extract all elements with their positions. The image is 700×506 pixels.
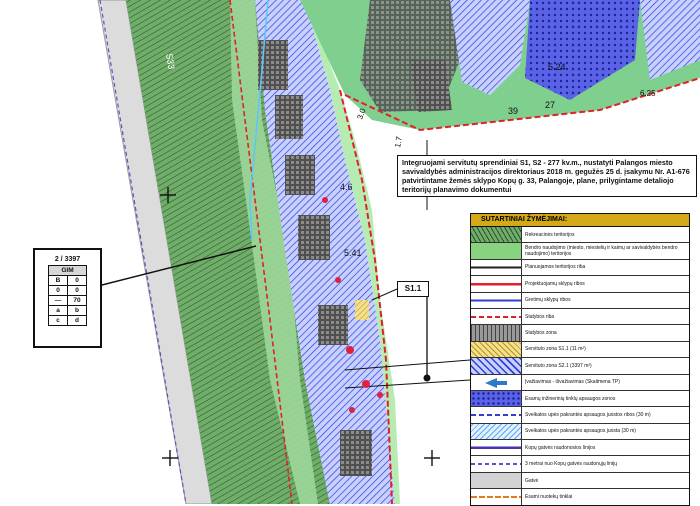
legend-item: Įvažiavimas - išvažiavimas (Skaitmena TP… — [471, 375, 689, 391]
dimension-label-b: 5.41 — [344, 248, 362, 258]
legend-label: Įvažiavimas - išvažiavimas (Skaitmena TP… — [522, 379, 620, 385]
parcel-label-27: 27 — [545, 100, 555, 110]
parcel-label-625: 6.25 — [640, 89, 656, 98]
legend-swatch — [471, 309, 522, 324]
legend-item: Statybos riba — [471, 309, 689, 325]
legend-label: Planuojamos teritorijos riba — [522, 264, 585, 270]
legend-swatch — [471, 227, 522, 242]
legend-label: Servituto zona S1.1 (11 m²) — [522, 346, 586, 352]
legend-item: Statybos zona — [471, 325, 689, 341]
legend-item: Gatvė — [471, 473, 689, 489]
legend-label: Sveikatos upės pakrantės apsaugos juosto… — [522, 412, 651, 418]
legend-item: Sveikatos upės pakrantės apsaugos juosto… — [471, 407, 689, 423]
legend-label: Servituto zona S2.1 (3397 m²) — [522, 363, 592, 369]
plot-cell: d — [68, 316, 87, 326]
legend-item: 3 metrai nuo Kopų gatvės raudonųjų linij… — [471, 456, 689, 472]
legend-label: Esamų inžinerinių tinklų apsaugos zonos — [522, 396, 615, 402]
legend-swatch — [471, 358, 522, 373]
plot-id: 2 / 3397 — [35, 256, 100, 263]
legend-label: Statybos zona — [522, 330, 557, 336]
legend-label: Gretimų sklypų ribos — [522, 297, 571, 303]
legend-swatch — [471, 456, 522, 471]
legend-swatch — [471, 489, 522, 504]
dimension-label-a: 4.6 — [340, 182, 353, 192]
legend-swatch — [471, 375, 522, 390]
legend-item: Gretimų sklypų ribos — [471, 293, 689, 309]
legend-swatch — [471, 424, 522, 439]
plot-zone: GIM — [49, 266, 87, 276]
legend-label: Rekreacinės teritorijos — [522, 232, 574, 238]
plot-cell: b — [68, 306, 87, 316]
legend-item: Bendro naudojimo (miesto, miestelių ir k… — [471, 243, 689, 259]
plot-cell: — — [49, 296, 68, 306]
legend-swatch — [471, 293, 522, 308]
legend-swatch — [471, 260, 522, 275]
plot-cell: 0 — [68, 276, 87, 286]
legend-label: Esami nuotekų tinklai — [522, 494, 572, 500]
legend-swatch — [471, 391, 522, 406]
legend-panel: SUTARTINIAI ŽYMĖJIMAI: Rekreacinės terit… — [470, 213, 690, 506]
legend-item: Servituto zona S2.1 (3397 m²) — [471, 358, 689, 374]
servitude-note-text: Integruojami servitutų sprendiniai S1, S… — [402, 158, 690, 194]
legend-item: Esamų inžinerinių tinklų apsaugos zonos — [471, 391, 689, 407]
legend-item: Projektuojamų sklypų ribos — [471, 276, 689, 292]
parcel-label-39: 39 — [508, 106, 518, 116]
legend-item: Sveikatos upės pakrantės apsaugos juosta… — [471, 424, 689, 440]
legend-swatch — [471, 276, 522, 291]
legend-swatch — [471, 440, 522, 455]
legend-item: Esami nuotekų tinklai — [471, 489, 689, 505]
legend-rows: Rekreacinės teritorijos Bendro naudojimo … — [471, 227, 689, 506]
entrance-arrow-icon — [471, 375, 521, 390]
legend-swatch — [471, 473, 522, 488]
s11-label: S1.1 — [397, 281, 429, 297]
legend-swatch — [471, 407, 522, 422]
legend-swatch — [471, 325, 522, 340]
legend-swatch — [471, 342, 522, 357]
legend-label: Projektuojamų sklypų ribos — [522, 281, 585, 287]
legend-swatch — [471, 243, 522, 258]
legend-item: Kopų gatvės raudonosios linijos — [471, 440, 689, 456]
legend-label: 3 metrai nuo Kopų gatvės raudonųjų linij… — [522, 461, 617, 467]
plot-cell: B — [49, 276, 68, 286]
legend-item: Planuojamos teritorijos riba — [471, 260, 689, 276]
plot-cell: 0 — [49, 286, 68, 296]
legend-label: Bendro naudojimo (miesto, miestelių ir k… — [522, 245, 689, 257]
plot-cell: c — [49, 316, 68, 326]
plot-info-table: GIM B0 00 —70 ab cd — [48, 265, 87, 326]
parcel-label-524: 5.24 — [548, 62, 566, 72]
legend-label: Sveikatos upės pakrantės apsaugos juosta… — [522, 428, 636, 434]
legend-title: SUTARTINIAI ŽYMĖJIMAI: — [471, 214, 689, 227]
legend-item: Servituto zona S1.1 (11 m²) — [471, 342, 689, 358]
legend-label: Statybos riba — [522, 314, 554, 320]
plot-info-box: 2 / 3397 GIM B0 00 —70 ab cd — [33, 248, 102, 348]
plot-cell: 70 — [68, 296, 87, 306]
plot-cell: 0 — [68, 286, 87, 296]
legend-label: Gatvė — [522, 478, 538, 484]
legend-label: Kopų gatvės raudonosios linijos — [522, 445, 595, 451]
servitude-note: Integruojami servitutų sprendiniai S1, S… — [397, 155, 697, 197]
plot-cell: a — [49, 306, 68, 316]
legend-item: Rekreacinės teritorijos — [471, 227, 689, 243]
